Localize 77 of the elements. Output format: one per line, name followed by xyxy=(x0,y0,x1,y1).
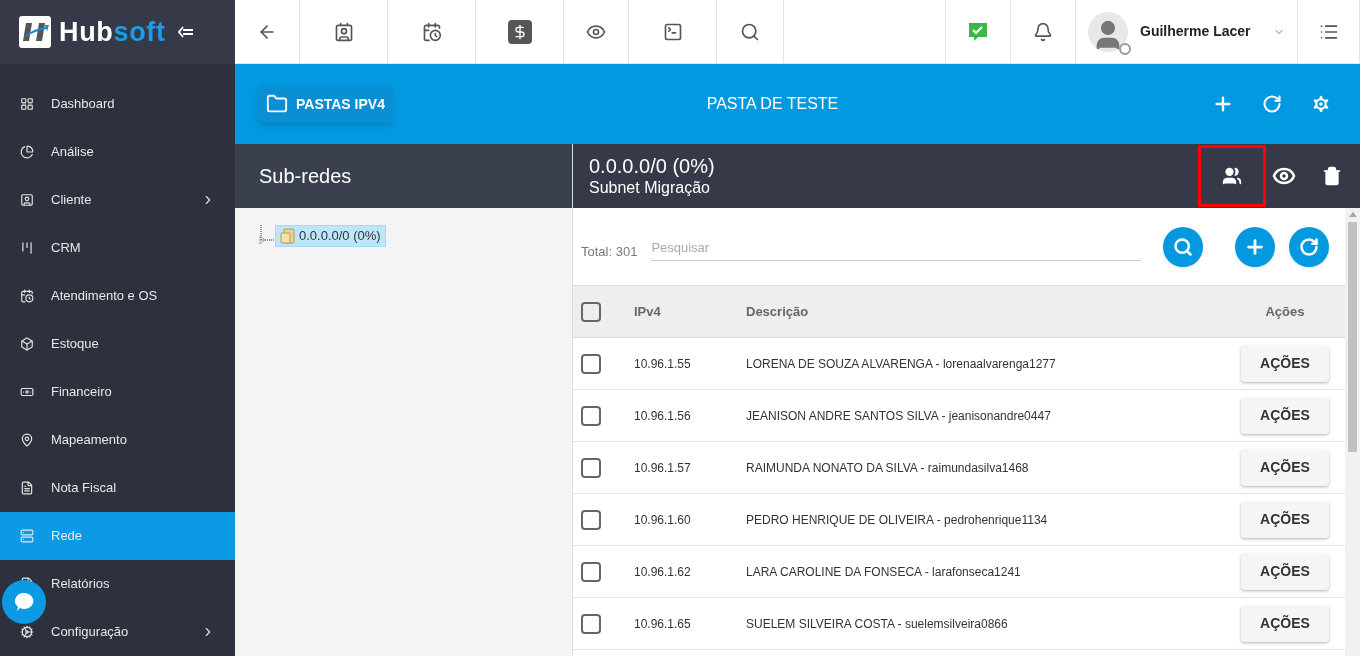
select-all-checkbox[interactable] xyxy=(581,301,601,322)
description-cell-text: JEANISON ANDRE SANTOS SILVA - jeanisonandre0447 xyxy=(746,407,1052,425)
users-icon xyxy=(1222,166,1242,186)
total-count: Total: 301 xyxy=(581,242,638,261)
sidebar-item[interactable]: Cliente xyxy=(0,176,235,224)
sidebar-item[interactable]: Análise xyxy=(0,128,235,176)
ip-cell-text: 10.96.1.62 xyxy=(634,563,692,581)
trash-icon[interactable] xyxy=(1322,166,1342,186)
row-checkbox[interactable] xyxy=(581,353,601,374)
sidebar-item[interactable]: Atendimento e OS xyxy=(0,272,235,320)
box-icon xyxy=(20,337,34,351)
ip-cell-text: 10.96.1.57 xyxy=(634,459,692,477)
description-cell-text: SUELEM SILVEIRA COSTA - suelemsilveira0866 xyxy=(746,615,1009,633)
refresh-icon xyxy=(1299,236,1320,257)
search-button[interactable] xyxy=(1163,226,1204,267)
description-cell-text: LORENA DE SOUZA ALVARENGA - lorenaalvarenga1277 xyxy=(746,355,1057,373)
description-cell-text: PEDRO HENRIQUE DE OLIVEIRA - pedrohenrique1134 xyxy=(746,511,1049,529)
calendar-icon xyxy=(20,289,34,303)
ip-cell-text: 10.96.1.55 xyxy=(634,355,692,373)
settings-icon[interactable] xyxy=(1310,93,1332,115)
tree-connector-icon xyxy=(259,225,275,247)
subnet-title: 0.0.0.0/0 (0%) xyxy=(589,154,716,178)
settings-icon xyxy=(20,625,34,639)
server-icon xyxy=(20,529,34,543)
row-checkbox[interactable] xyxy=(581,509,601,530)
ip-cell-text: 10.96.1.60 xyxy=(634,511,692,529)
row-checkbox[interactable] xyxy=(581,561,601,582)
sidebar-item[interactable]: Configuração xyxy=(0,608,235,656)
users-button[interactable] xyxy=(1198,145,1266,207)
folder-title: PASTA DE TESTE xyxy=(705,94,840,114)
folder-icon xyxy=(280,228,295,244)
row-checkbox[interactable] xyxy=(581,457,601,478)
refresh-button[interactable] xyxy=(1289,226,1330,267)
logo-icon xyxy=(19,16,51,48)
actions-button[interactable]: AÇÕES xyxy=(1241,553,1329,590)
sidebar-item[interactable]: Mapeamento xyxy=(0,416,235,464)
actions-button[interactable]: AÇÕES xyxy=(1241,605,1329,642)
chat-icon xyxy=(13,591,35,613)
checked-message-icon[interactable] xyxy=(967,20,989,43)
actions-button[interactable]: AÇÕES xyxy=(1241,501,1329,538)
add-button[interactable] xyxy=(1235,226,1276,267)
subnet-subtitle: Subnet Migração xyxy=(589,178,711,198)
scrollbar-thumb[interactable] xyxy=(1348,222,1357,452)
avatar-icon xyxy=(1088,11,1128,52)
dollar-icon[interactable] xyxy=(507,19,532,44)
board-icon xyxy=(20,241,34,255)
search-field[interactable]: Pesquisar xyxy=(651,234,1142,261)
search-icon xyxy=(1173,236,1194,257)
map-pin-icon xyxy=(20,433,34,447)
description-cell-text: LARA CAROLINE DA FONSECA - larafonseca1241 xyxy=(746,563,1022,581)
actions-button[interactable]: AÇÕES xyxy=(1241,449,1329,486)
contact-icon xyxy=(20,193,34,207)
actions-button[interactable]: AÇÕES xyxy=(1241,345,1329,382)
row-checkbox[interactable] xyxy=(581,405,601,426)
folders-button[interactable]: PASTAS IPV4 xyxy=(258,85,393,123)
user-menu[interactable]: Guilherme Lacer xyxy=(1076,0,1298,63)
refresh-icon[interactable] xyxy=(1262,94,1282,114)
row-checkbox[interactable] xyxy=(581,613,601,634)
document-icon xyxy=(20,481,34,495)
subnets-header: Sub-redes xyxy=(235,144,572,208)
ip-cell-text: 10.96.1.65 xyxy=(634,615,692,633)
table-header: IPv4 Descrição Ações xyxy=(573,285,1345,338)
banknote-icon xyxy=(20,385,34,399)
sidebar-item[interactable]: Nota Fiscal xyxy=(0,464,235,512)
actions-button[interactable]: AÇÕES xyxy=(1241,397,1329,434)
sidebar-item[interactable]: CRM xyxy=(0,224,235,272)
sidebar-item[interactable]: Estoque xyxy=(0,320,235,368)
sidebar-item[interactable]: Dashboard xyxy=(0,80,235,128)
logo-text: Hubsoft xyxy=(59,18,166,46)
collapse-menu-icon[interactable] xyxy=(177,26,194,38)
description-cell-text: RAIMUNDA NONATO DA SILVA - raimundasilva1468 xyxy=(746,459,1030,477)
sidebar-item[interactable]: Financeiro xyxy=(0,368,235,416)
folder-icon xyxy=(266,93,288,115)
grid-icon xyxy=(20,97,34,111)
tree-node[interactable]: 0.0.0.0/0 (0%) xyxy=(275,225,386,247)
pie-chart-icon xyxy=(20,145,34,159)
ip-cell-text: 10.96.1.56 xyxy=(634,407,692,425)
